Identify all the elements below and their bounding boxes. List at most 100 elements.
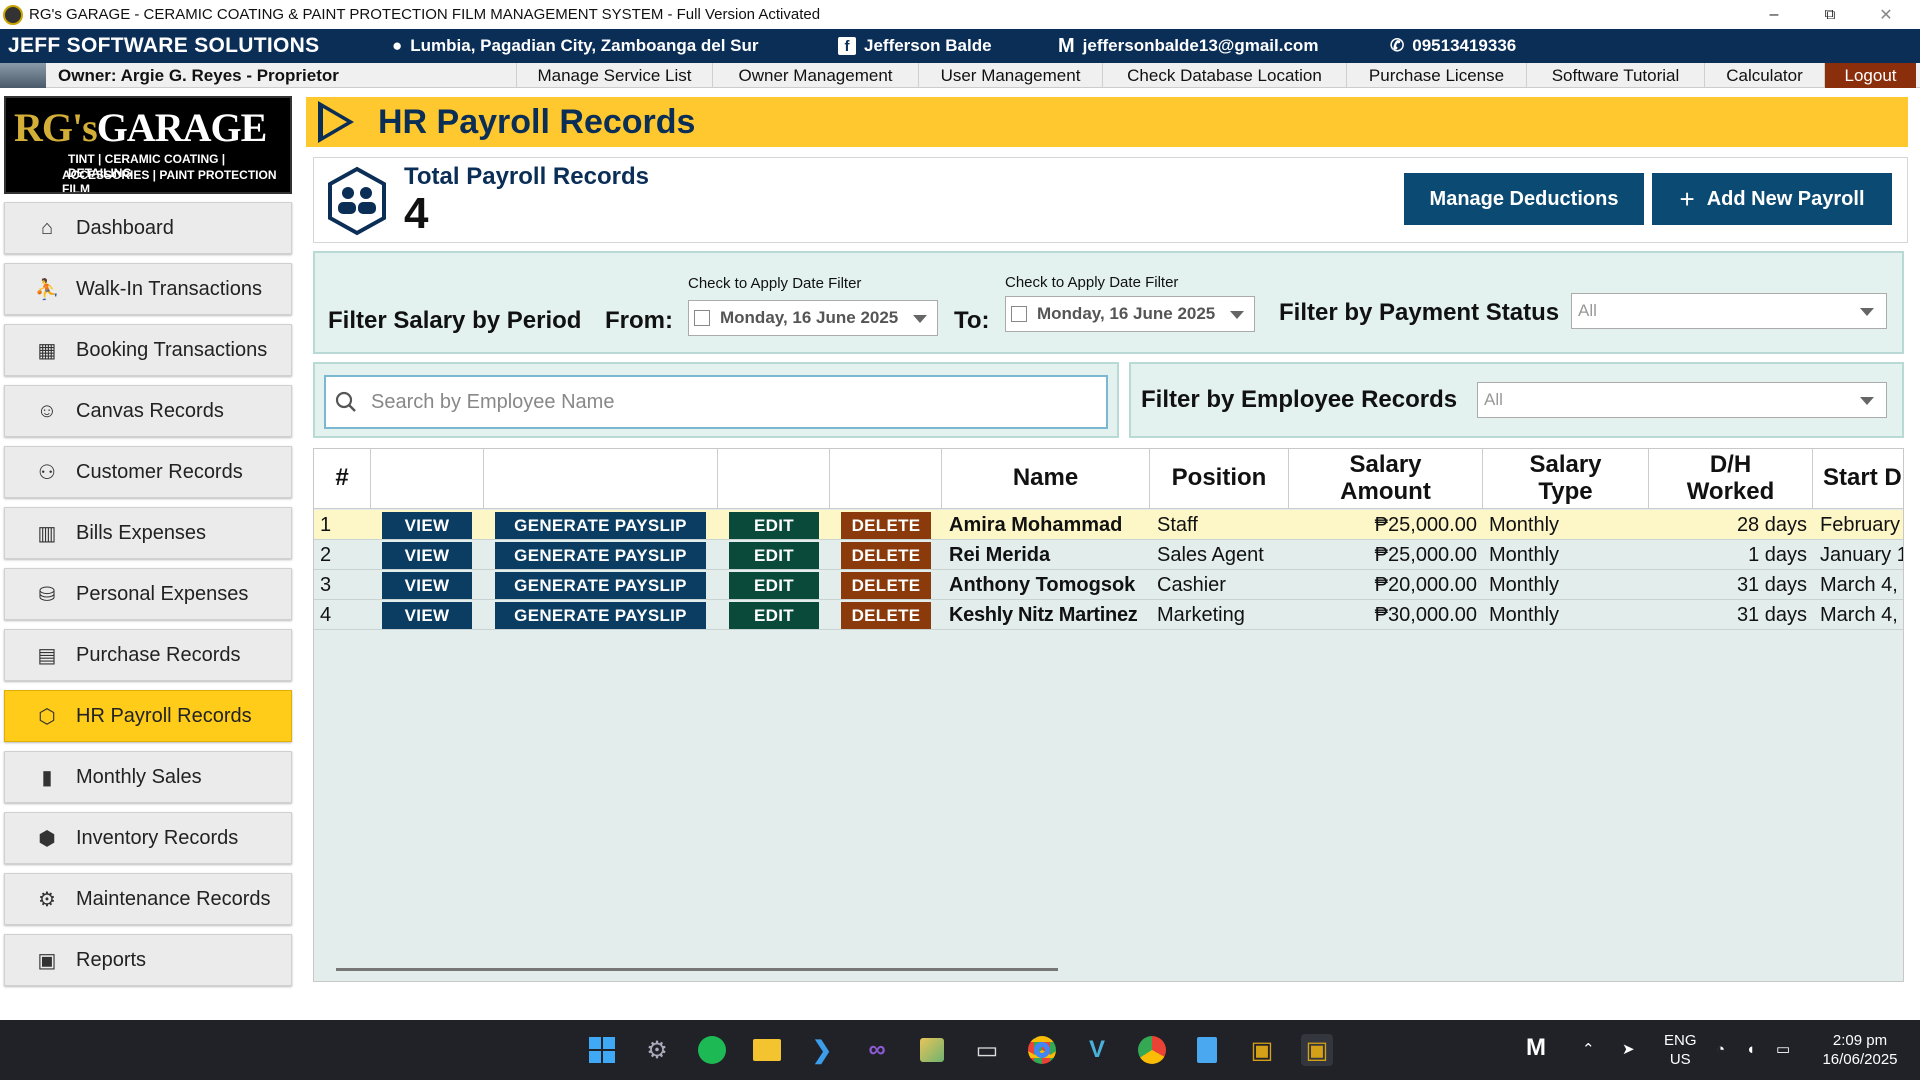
employee-position: Sales Agent	[1157, 543, 1264, 566]
sidebar-item-canvas-records[interactable]: ☺ Canvas Records	[4, 385, 292, 437]
column-header-delete	[830, 449, 942, 509]
sidebar-item-inventory-records[interactable]: ⬢ Inventory Records	[4, 812, 292, 864]
visual-studio-icon[interactable]: ∞	[861, 1034, 893, 1066]
search-input[interactable]: Search by Employee Name	[324, 375, 1108, 429]
menu-check-database-location[interactable]: Check Database Location	[1102, 63, 1346, 88]
search-panel: Search by Employee Name	[313, 362, 1119, 438]
start-date: February	[1820, 513, 1901, 536]
clock-time: 2:09 pm	[1832, 1032, 1888, 1049]
column-header-salary-amount[interactable]: Salary Amount	[1289, 449, 1483, 509]
payment-status-select[interactable]: All	[1571, 293, 1887, 329]
file-explorer-icon[interactable]	[751, 1034, 783, 1066]
maximize-button[interactable]: ⧉	[1802, 0, 1858, 29]
notepad-icon[interactable]	[1191, 1034, 1223, 1066]
sidebar-item-purchase-records[interactable]: ▤ Purchase Records	[4, 629, 292, 681]
employee-filter-panel: Filter by Employee Records All	[1129, 362, 1904, 438]
manage-deductions-button[interactable]: Manage Deductions	[1404, 173, 1644, 225]
windows-start-icon[interactable]	[586, 1034, 618, 1066]
app-v-icon[interactable]: V	[1081, 1034, 1113, 1066]
sidebar-item-walk-in-transactions[interactable]: ⛹ Walk-In Transactions	[4, 263, 292, 315]
to-date-checkbox[interactable]	[1011, 306, 1027, 322]
sidebar-item-customer-records[interactable]: ⚇ Customer Records	[4, 446, 292, 498]
generate-payslip-button[interactable]: GENERATE PAYSLIP	[495, 542, 706, 569]
chevron-up-icon[interactable]: ⌃	[1582, 1040, 1595, 1059]
clock-date: 16/06/2025	[1822, 1051, 1898, 1068]
edit-button[interactable]: EDIT	[729, 512, 819, 539]
logout-button[interactable]: Logout	[1824, 63, 1916, 88]
menu-owner-management[interactable]: Owner Management	[712, 63, 918, 88]
table-row[interactable]: 3 VIEW GENERATE PAYSLIP EDIT DELETE Anth…	[314, 570, 1903, 600]
delete-button[interactable]: DELETE	[841, 602, 931, 629]
minimize-button[interactable]: –	[1746, 0, 1802, 29]
email-text: jeffersonbalde13@gmail.com	[1082, 36, 1319, 55]
volume-icon[interactable]: ◖	[1746, 1040, 1755, 1059]
payment-status-label: Filter by Payment Status	[1279, 299, 1560, 326]
table-row[interactable]: 2 VIEW GENERATE PAYSLIP EDIT DELETE Rei …	[314, 540, 1903, 570]
terminal-icon[interactable]: ▭	[971, 1034, 1003, 1066]
plus-icon: +	[1679, 183, 1695, 214]
sidebar-item-maintenance-records[interactable]: ⚙ Maintenance Records	[4, 873, 292, 925]
column-header-dh-worked[interactable]: D/H Worked	[1649, 449, 1813, 509]
column-header-start-date[interactable]: Start D	[1813, 449, 1903, 509]
generate-payslip-button[interactable]: GENERATE PAYSLIP	[495, 572, 706, 599]
column-header-salary-type[interactable]: Salary Type	[1483, 449, 1649, 509]
wifi-icon[interactable]: ◔	[1716, 1040, 1725, 1059]
column-header-position[interactable]: Position	[1150, 449, 1289, 509]
row-number: 1	[320, 513, 332, 536]
employee-records-select[interactable]: All	[1477, 382, 1887, 418]
chrome-icon[interactable]	[1026, 1034, 1058, 1066]
from-date-checkbox[interactable]	[694, 310, 710, 326]
view-button[interactable]: VIEW	[382, 572, 472, 599]
view-button[interactable]: VIEW	[382, 542, 472, 569]
delete-button[interactable]: DELETE	[841, 512, 931, 539]
sidebar-item-label: Customer Records	[76, 460, 243, 483]
from-date-picker[interactable]: Monday, 16 June 2025	[688, 300, 938, 336]
column-header-name[interactable]: Name	[942, 449, 1150, 509]
menu-user-management[interactable]: User Management	[918, 63, 1102, 88]
sidebar-item-hr-payroll-records[interactable]: ⬡ HR Payroll Records	[4, 690, 292, 742]
sidebar-item-monthly-sales[interactable]: ▮ Monthly Sales	[4, 751, 292, 803]
location-arrow-icon[interactable]: ➤	[1622, 1040, 1635, 1059]
table-row[interactable]: 4 VIEW GENERATE PAYSLIP EDIT DELETE Kesh…	[314, 600, 1903, 630]
close-button[interactable]: ✕	[1858, 0, 1914, 29]
sidebar-item-personal-expenses[interactable]: ⛁ Personal Expenses	[4, 568, 292, 620]
menu-manage-service-list[interactable]: Manage Service List	[516, 63, 712, 88]
menu-calculator[interactable]: Calculator	[1704, 63, 1824, 88]
battery-icon[interactable]: ▭	[1776, 1040, 1790, 1059]
delete-button[interactable]: DELETE	[841, 572, 931, 599]
garage-app-icon[interactable]: ▣	[1246, 1034, 1278, 1066]
sidebar-item-bills-expenses[interactable]: ▥ Bills Expenses	[4, 507, 292, 559]
edit-button[interactable]: EDIT	[729, 602, 819, 629]
view-button[interactable]: VIEW	[382, 512, 472, 539]
add-new-payroll-button[interactable]: + Add New Payroll	[1652, 173, 1892, 225]
sidebar-item-dashboard[interactable]: ⌂ Dashboard	[4, 202, 292, 254]
app-m-icon[interactable]: M	[1526, 1036, 1546, 1060]
horizontal-scrollbar[interactable]	[336, 968, 1058, 971]
sidebar-item-label: Bills Expenses	[76, 521, 207, 544]
payroll-summary-card: Total Payroll Records 4 Manage Deduction…	[313, 157, 1908, 243]
edit-button[interactable]: EDIT	[729, 542, 819, 569]
snipping-tool-icon[interactable]	[916, 1034, 948, 1066]
garage-app-active-icon[interactable]: ▣	[1301, 1034, 1333, 1066]
language-indicator[interactable]: ENG US	[1664, 1031, 1697, 1069]
to-date-picker[interactable]: Monday, 16 June 2025	[1005, 296, 1255, 332]
sidebar-item-booking-transactions[interactable]: ▦ Booking Transactions	[4, 324, 292, 376]
sidebar-item-reports[interactable]: ▣ Reports	[4, 934, 292, 986]
clock[interactable]: 2:09 pm 16/06/2025	[1810, 1031, 1910, 1069]
days-worked: 1 days	[1748, 543, 1807, 566]
menu-software-tutorial[interactable]: Software Tutorial	[1526, 63, 1704, 88]
spotify-icon[interactable]	[696, 1034, 728, 1066]
table-row[interactable]: 1 VIEW GENERATE PAYSLIP EDIT DELETE Amir…	[314, 510, 1903, 540]
vscode-icon[interactable]: ❯	[806, 1034, 838, 1066]
chrome-alt-icon[interactable]	[1136, 1034, 1168, 1066]
payment-status-value: All	[1578, 301, 1597, 320]
edit-button[interactable]: EDIT	[729, 572, 819, 599]
delete-button[interactable]: DELETE	[841, 542, 931, 569]
sidebar-item-label: Reports	[76, 948, 147, 971]
view-button[interactable]: VIEW	[382, 602, 472, 629]
row-number: 3	[320, 573, 332, 596]
generate-payslip-button[interactable]: GENERATE PAYSLIP	[495, 602, 706, 629]
settings-icon[interactable]: ⚙	[641, 1034, 673, 1066]
generate-payslip-button[interactable]: GENERATE PAYSLIP	[495, 512, 706, 539]
menu-purchase-license[interactable]: Purchase License	[1346, 63, 1526, 88]
